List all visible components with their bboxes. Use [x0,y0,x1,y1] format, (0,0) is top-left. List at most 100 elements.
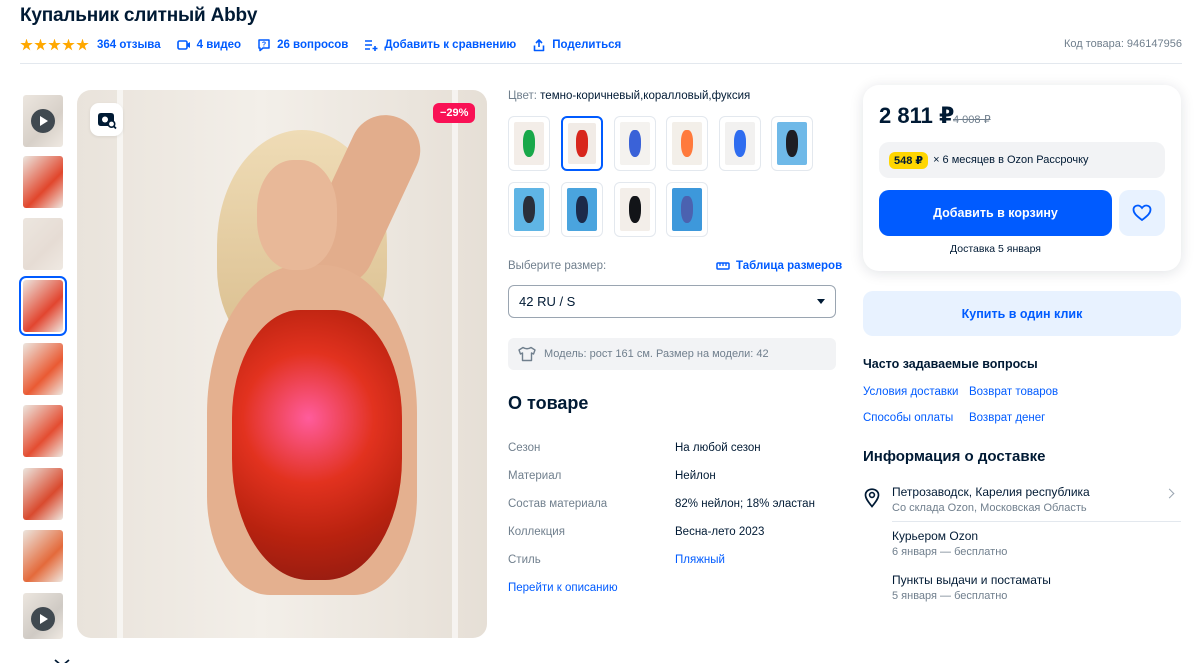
favorite-button[interactable] [1119,190,1165,236]
color-swatch[interactable] [666,182,708,237]
courier-title: Курьером Ozon [892,529,979,543]
property-row: Сезон На любой сезон [508,434,838,462]
property-value: Нейлон [675,470,716,482]
color-swatch[interactable] [508,182,550,237]
play-icon [31,607,55,631]
swatch-image [567,188,597,231]
star-icon [76,38,89,51]
swatch-image [725,122,755,165]
property-value: 82% нейлон; 18% эластан [675,498,815,510]
swatch-image [777,122,807,165]
installment-offer[interactable]: 548 ₽ × 6 месяцев в Ozon Рассрочку [879,142,1165,178]
faq-link-refund[interactable]: Возврат денег [969,412,1045,424]
color-label-value: темно-коричневый,коралловый,фуксия [540,90,751,102]
buy-card: 2 811 ₽ 4 008 ₽ 548 ₽ × 6 месяцев в Ozon… [863,85,1181,271]
size-table-link[interactable]: Таблица размеров [716,260,842,272]
model-size-text: Модель: рост 161 см. Размер на модели: 4… [544,348,769,360]
color-swatch[interactable] [614,116,656,171]
about-title: О товаре [508,393,589,413]
faq-link-delivery-terms[interactable]: Условия доставки [863,386,958,398]
videos-link[interactable]: 4 видео [176,38,241,52]
chevron-down-icon[interactable] [53,656,71,663]
color-swatch[interactable] [614,182,656,237]
ruler-icon [716,262,730,270]
color-swatch[interactable] [719,116,761,171]
property-row: Состав материала 82% нейлон; 18% эластан [508,490,838,518]
swatch-image [568,123,596,164]
reviews-link[interactable]: 364 отзыва [97,39,161,51]
play-icon [31,109,55,133]
pickup-when: 5 января — бесплатно [892,590,1008,602]
faq-link-returns[interactable]: Возврат товаров [969,386,1058,398]
video-thumbnail[interactable] [23,593,63,639]
visual-search-button[interactable] [90,103,123,136]
property-row: Стиль Пляжный [508,546,838,574]
color-swatch[interactable] [771,116,813,171]
video-thumbnail[interactable] [23,95,63,147]
courier-when: 6 января — бесплатно [892,546,1008,558]
property-key: Стиль [508,554,541,566]
size-select[interactable]: 42 RU / S [508,285,836,318]
color-swatch[interactable] [561,182,603,237]
compare-link[interactable]: Добавить к сравнению [364,38,516,52]
color-swatch[interactable] [666,116,708,171]
property-key: Материал [508,470,562,482]
property-value: На любой сезон [675,442,761,454]
photo-thumbnail[interactable] [23,218,63,270]
model-size-note: Модель: рост 161 см. Размер на модели: 4… [508,338,836,370]
installment-text: × 6 месяцев в Ozon Рассрочку [933,154,1089,166]
delivery-warehouse: Со склада Ozon, Московская Область [892,502,1087,514]
buy-one-click-button[interactable]: Купить в один клик [863,291,1181,336]
photo-thumbnail[interactable] [23,468,63,520]
model-face [257,160,337,270]
star-icon [48,38,61,51]
delivery-info-title: Информация о доставке [863,448,1046,465]
property-row: Коллекция Весна-лето 2023 [508,518,838,546]
faq-link-payment-methods[interactable]: Способы оплаты [863,412,953,424]
swatch-image [514,188,544,231]
photo-thumbnail[interactable] [23,530,63,582]
pickup-title: Пункты выдачи и постаматы [892,573,1051,587]
size-selected-value: 42 RU / S [519,294,576,309]
property-key: Состав материала [508,498,608,510]
product-meta-row: 364 отзыва 4 видео ? 26 вопросов Добавит… [20,36,637,54]
share-icon [532,38,546,52]
questions-link[interactable]: ? 26 вопросов [257,38,348,52]
rating-stars[interactable] [20,38,89,52]
share-link[interactable]: Поделиться [532,38,621,52]
swatch-image [672,122,702,165]
swimsuit [232,310,402,580]
questions-count: 26 вопросов [277,39,349,51]
star-icon [34,38,47,51]
video-icon [176,38,191,52]
swatch-image [514,122,544,165]
photo-thumbnail[interactable] [19,276,67,336]
compare-icon [364,38,378,52]
product-code: Код товара: 946147956 [1063,38,1182,50]
delivery-courier-row: Курьером Ozon 6 января — бесплатно [863,529,1181,558]
add-to-cart-button[interactable]: Добавить в корзину [879,190,1112,236]
camera-search-icon [97,112,117,129]
question-icon: ? [257,38,271,52]
chevron-down-icon [817,299,825,304]
property-value: Весна-лето 2023 [675,526,765,538]
swatch-image [620,122,650,165]
product-properties: Сезон На любой сезон Материал Нейлон Состав … [508,434,838,574]
delivery-location-row[interactable]: Петрозаводск, Карелия республика Со скла… [863,485,1181,514]
color-swatch[interactable] [561,116,603,171]
photo-thumbnail[interactable] [23,405,63,457]
swatch-image [672,188,702,231]
color-label-prefix: Цвет: [508,90,537,102]
goto-description-link[interactable]: Перейти к описанию [508,582,618,594]
discount-badge: −29% [433,103,476,123]
faq-title: Часто задаваемые вопросы [863,357,1038,371]
swatch-image [620,188,650,231]
installment-amount: 548 ₽ [889,151,929,169]
color-swatch[interactable] [508,116,550,171]
property-value[interactable]: Пляжный [675,554,725,566]
size-label: Выберите размер: [508,260,607,272]
photo-thumbnail[interactable] [23,343,63,395]
old-price: 4 008 ₽ [953,114,991,126]
photo-thumbnail[interactable] [23,156,63,208]
main-product-image[interactable] [77,90,487,638]
